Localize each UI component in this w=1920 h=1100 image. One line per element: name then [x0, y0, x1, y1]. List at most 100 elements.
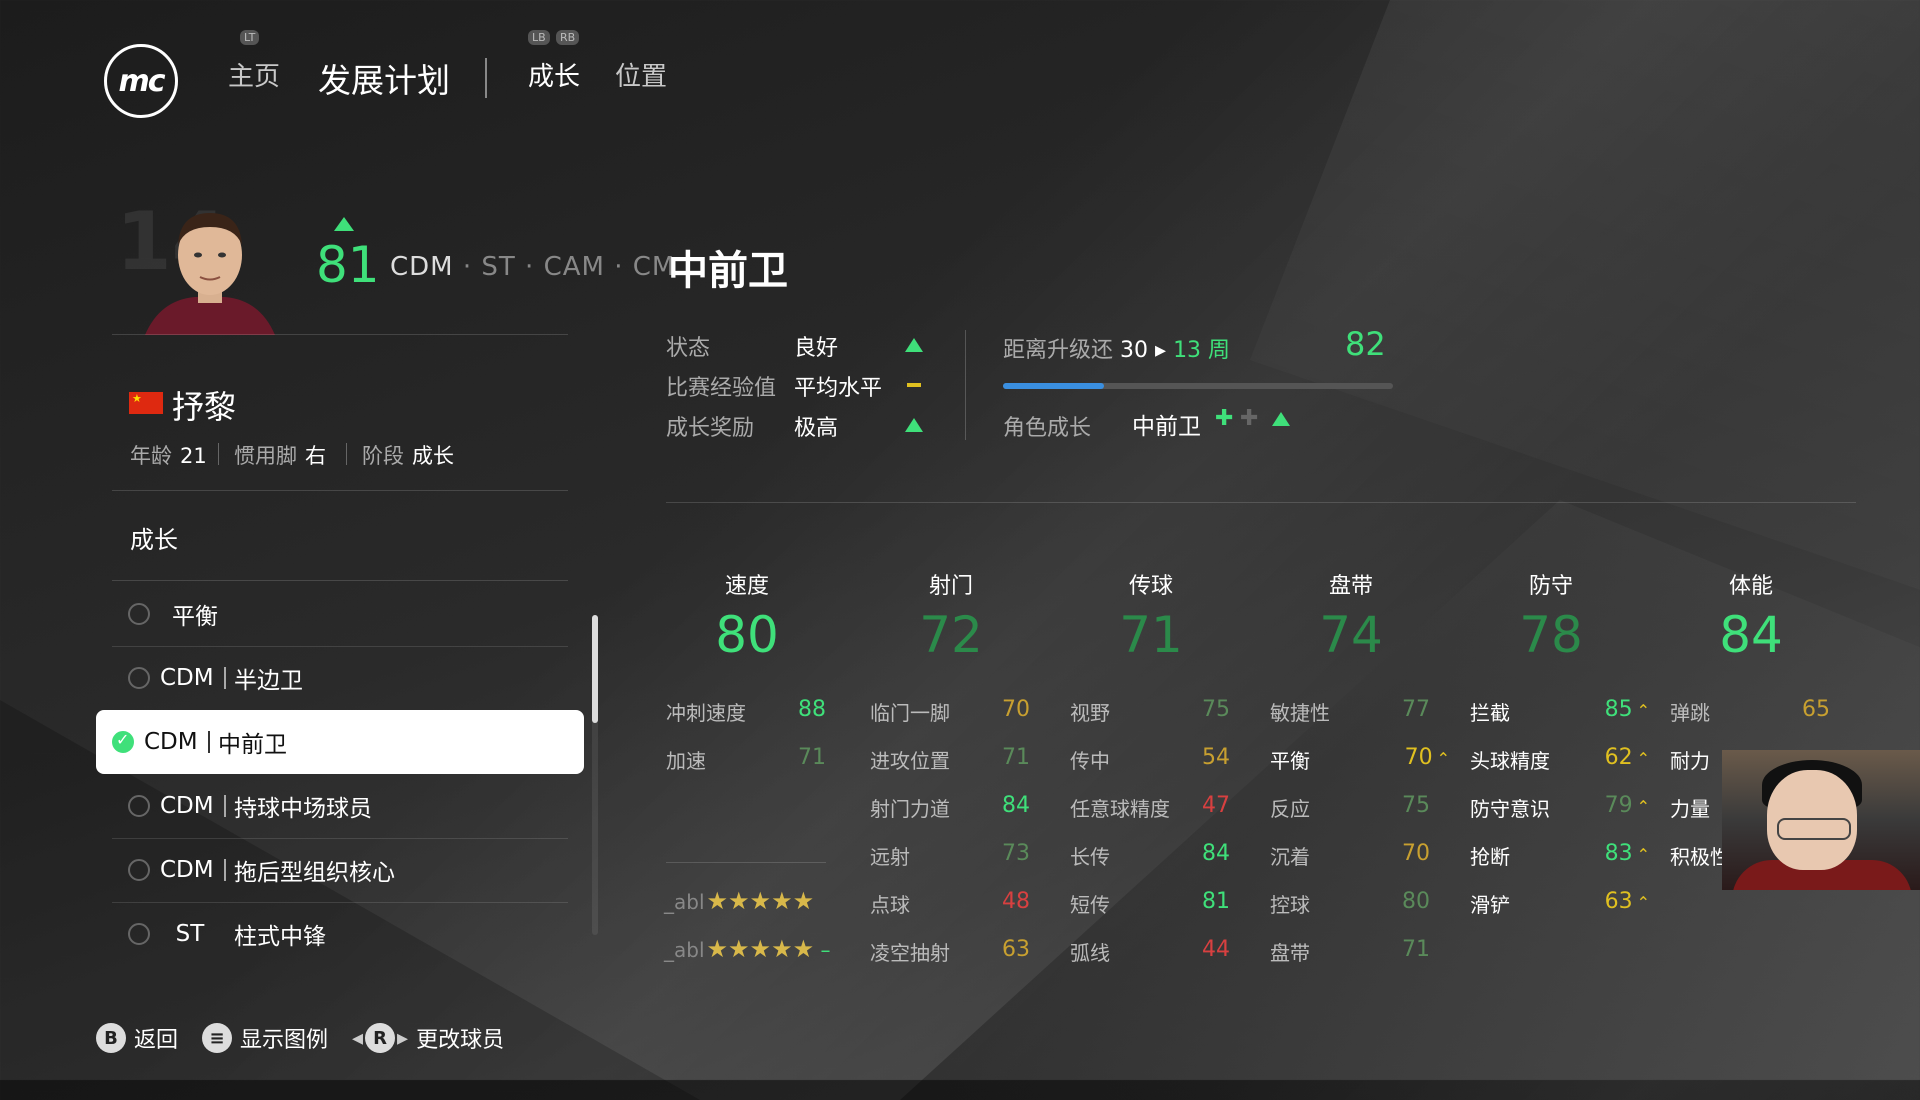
attr-interceptions: 拦截 85 ⌃ — [1470, 697, 1650, 725]
change-player-button[interactable]: ◂ R ▸ 更改球员 — [352, 1022, 504, 1054]
divider — [112, 580, 568, 581]
attr-crossing: 传中 54 — [1070, 745, 1230, 773]
r-stick-icon: R — [365, 1023, 396, 1053]
category-dribbling: 盘带 74 — [1319, 574, 1383, 664]
radio-icon — [128, 667, 150, 689]
radio-icon — [128, 603, 150, 625]
bonus-value: 极高 — [794, 416, 839, 441]
attr-short-passing: 短传 81 — [1070, 889, 1230, 917]
attr-reactions: 反应 75 — [1270, 793, 1430, 821]
attr-fk-accuracy: 任意球精度 47 — [1070, 793, 1230, 821]
boost-chevron-icon: ⌃ — [1636, 701, 1650, 720]
subtab-position[interactable]: 位置 — [615, 56, 667, 93]
attr-balance: 平衡 70 ⌃ — [1270, 745, 1450, 773]
scrollbar-thumb[interactable] — [592, 615, 598, 723]
form-label: 状态 — [666, 336, 711, 361]
attr-jumping: 弹跳 65 — [1670, 697, 1830, 725]
upgrade-progress-fill — [1003, 383, 1105, 389]
nav-divider — [485, 58, 487, 98]
check-icon — [112, 730, 134, 753]
background-facet — [1250, 0, 1920, 600]
role-growth-value: 中前卫 — [1132, 414, 1201, 440]
attr-dribbling: 盘带 71 — [1270, 937, 1430, 965]
boost-chevron-icon: ⌃ — [1636, 749, 1650, 768]
boost-chevron-icon: ⌃ — [1636, 893, 1650, 912]
menu-button-icon: ≡ — [202, 1023, 232, 1053]
form-up-icon — [905, 338, 923, 352]
list-item-ball-winning[interactable]: CDM 持球中场球员 — [112, 774, 568, 839]
chevron-right-icon: ▸ — [397, 1025, 409, 1051]
exp-label: 比赛经验值 — [666, 376, 777, 401]
list-item-wingback[interactable]: CDM 半边卫 — [112, 646, 568, 711]
career-mode-logo: mc — [104, 44, 178, 118]
radio-icon — [128, 923, 150, 945]
overall-rating: 81 — [316, 236, 380, 294]
show-legend-button[interactable]: ≡ 显示图例 — [202, 1022, 328, 1054]
lt-button-hint: LT — [240, 30, 260, 45]
attr-volleys: 凌空抽射 63 — [870, 937, 1030, 965]
attr-agility: 敏捷性 77 — [1270, 697, 1430, 725]
attr-finishing: 临门一脚 70 — [870, 697, 1030, 725]
list-item-target-man[interactable]: ST 柱式中锋 — [112, 902, 568, 966]
divider — [218, 443, 219, 465]
attr-long-passing: 长传 84 — [1070, 841, 1230, 869]
boost-chevron-icon: ⌃ — [1636, 845, 1650, 864]
category-shooting: 射门 72 — [919, 574, 983, 664]
plus-icon: ✚ — [1240, 406, 1259, 431]
boost-chevron-icon: ⌃ — [1636, 797, 1650, 816]
boost-chevron-icon: ⌃ — [1436, 749, 1450, 768]
attr-ball-control: 控球 80 — [1270, 889, 1430, 917]
list-item-balanced[interactable]: 平衡 — [112, 582, 568, 647]
chevron-left-icon: ◂ — [352, 1025, 364, 1051]
attr-heading-accuracy: 头球精度 62 ⌃ — [1470, 745, 1650, 773]
attr-shot-power: 射门力道 84 — [870, 793, 1030, 821]
divider — [666, 502, 1856, 503]
role-title: 中前卫 — [668, 248, 788, 294]
lb-button-hint: LB — [528, 30, 550, 45]
divider — [346, 443, 347, 465]
exp-neutral-icon — [907, 383, 921, 387]
bonus-label: 成长奖励 — [666, 416, 755, 441]
player-portrait — [145, 213, 275, 335]
attr-curve: 弧线 44 — [1070, 937, 1230, 965]
role-growth-up-icon — [1272, 412, 1290, 426]
divider — [666, 862, 826, 863]
ovr-up-arrow-icon — [334, 217, 354, 231]
attr-composure: 沉着 70 — [1270, 841, 1430, 869]
growth-section-title: 成长 — [130, 526, 178, 554]
attr-sprint-speed: 冲刺速度 88 — [666, 697, 826, 725]
list-item-cdm-selected[interactable]: CDM 中前卫 — [96, 710, 584, 774]
form-value: 良好 — [794, 336, 839, 361]
divider — [112, 334, 568, 335]
radio-icon — [128, 795, 150, 817]
attr-standing-tackle: 抢断 83 ⌃ — [1470, 841, 1650, 869]
subtab-growth[interactable]: 成长 — [528, 56, 580, 93]
star-rating-row: _abl★★★★★ – — [664, 935, 831, 963]
star-rating-row: _abl★★★★★ — [664, 887, 815, 915]
player-name: 抒黎 — [172, 388, 237, 426]
plus-icon: ✚ — [1215, 406, 1234, 431]
divider — [965, 330, 966, 440]
china-flag-icon — [129, 392, 163, 414]
rb-button-hint: RB — [556, 30, 580, 45]
divider — [112, 490, 568, 491]
attr-def-awareness: 防守意识 79 ⌃ — [1470, 793, 1650, 821]
bonus-up-icon — [905, 418, 923, 432]
attr-penalties: 点球 48 — [870, 889, 1030, 917]
upgrade-target-ovr: 82 — [1345, 325, 1386, 363]
attr-sliding-tackle: 滑铲 63 ⌃ — [1470, 889, 1650, 917]
tab-home[interactable]: 主页 — [228, 56, 280, 93]
attr-long-shots: 远射 73 — [870, 841, 1030, 869]
exp-value: 平均水平 — [794, 376, 883, 401]
tab-development-plan[interactable]: 发展计划 — [318, 54, 450, 102]
player-positions: CDM · ST · CAM · CM — [390, 252, 676, 282]
back-button[interactable]: B 返回 — [96, 1022, 178, 1054]
role-growth-label: 角色成长 — [1003, 416, 1092, 441]
category-physical: 体能 84 — [1719, 574, 1783, 664]
b-button-icon: B — [96, 1023, 126, 1053]
player-stage: 阶段 成长 — [362, 444, 454, 468]
player-age: 年龄 21 — [130, 444, 207, 468]
attr-positioning: 进攻位置 71 — [870, 745, 1030, 773]
attr-vision: 视野 75 — [1070, 697, 1230, 725]
list-item-deep-playmaker[interactable]: CDM 拖后型组织核心 — [112, 838, 568, 903]
